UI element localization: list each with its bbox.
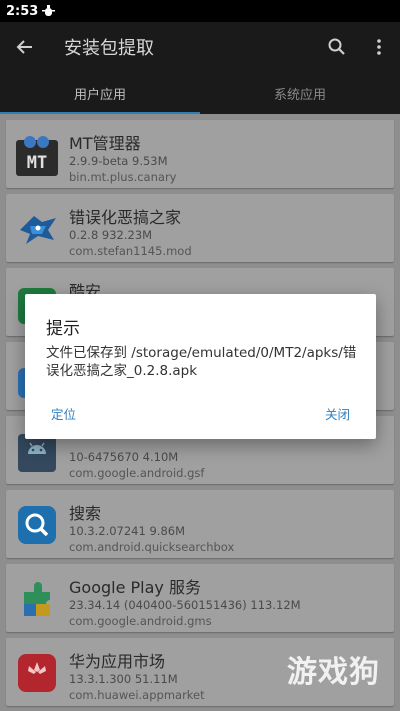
watermark-text: 游戏狗 <box>287 655 380 690</box>
dialog-message: 文件已保存到 /storage/emulated/0/MT2/apks/错误化恶… <box>46 345 357 379</box>
dialog-title: 提示 <box>46 319 80 339</box>
locate-button[interactable]: 定位 <box>51 404 76 423</box>
save-complete-dialog: 提示 文件已保存到 /storage/emulated/0/MT2/apks/错… <box>25 294 376 439</box>
watermark: 游戏狗 <box>270 655 390 703</box>
close-button[interactable]: 关闭 <box>325 404 350 423</box>
